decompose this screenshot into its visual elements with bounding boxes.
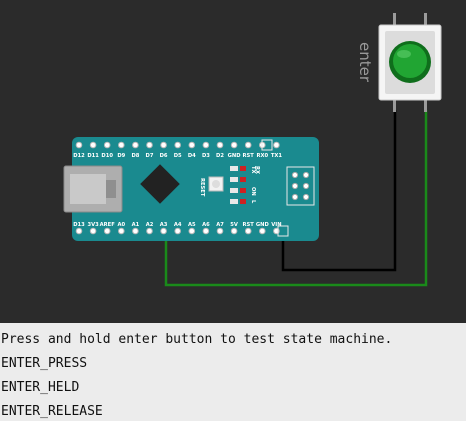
pin-hole[interactable] (146, 141, 153, 149)
bottom-pin-label: GND (256, 222, 270, 228)
bottom-pin-label: A5 (188, 222, 196, 228)
top-pin-label: D12 (73, 153, 85, 159)
bottom-pin-label: RST (243, 222, 255, 228)
top-pin-label: GND (228, 153, 242, 159)
console-line: ENTER_HELD (1, 380, 80, 395)
pin-hole[interactable] (273, 141, 280, 149)
pin-hole[interactable] (259, 227, 266, 235)
pin-hole[interactable] (202, 227, 210, 235)
arduino-nano-board[interactable]: RESET TX RX ON L D12 D11 D10 D9 D8 D7 D6… (63, 137, 319, 241)
top-pin-label: D2 (216, 153, 224, 159)
top-pin-label: D6 (160, 153, 168, 159)
bottom-pin-label: A7 (216, 222, 224, 228)
pin-hole[interactable] (188, 227, 196, 235)
pin-hole[interactable] (89, 227, 97, 235)
pushbutton-enter[interactable]: enter (356, 13, 442, 112)
pin-hole[interactable] (202, 141, 210, 149)
pin-hole[interactable] (174, 227, 181, 235)
pin-hole[interactable] (89, 141, 97, 149)
pushbutton-label: enter (356, 42, 374, 83)
bottom-pin-header (75, 227, 280, 235)
top-pin-label: D5 (174, 153, 182, 159)
bottom-pin-label: A1 (132, 222, 140, 228)
bottom-pin-label: VIN (271, 222, 281, 228)
pin-hole[interactable] (244, 141, 252, 149)
top-pin-label: RX0 (256, 153, 268, 159)
top-pin-label: D4 (188, 153, 196, 159)
pin-hole[interactable] (160, 227, 167, 235)
pin-hole[interactable] (216, 141, 224, 149)
console-line: Press and hold enter button to test stat… (1, 332, 393, 347)
pin-hole[interactable] (244, 227, 252, 235)
pin-hole[interactable] (103, 141, 111, 149)
top-pin-label: D8 (131, 153, 139, 159)
bottom-pin-label: A0 (117, 222, 125, 228)
bottom-pin-label: 5V (230, 222, 238, 228)
top-pin-label: TX1 (271, 153, 283, 159)
bottom-pin-label: D13 (73, 222, 85, 228)
serial-monitor[interactable]: Press and hold enter button to test stat… (0, 323, 466, 421)
top-pin-label: RST (243, 153, 255, 159)
pin-hole[interactable] (118, 227, 125, 235)
pin-hole[interactable] (160, 141, 167, 149)
circuit-diagram: enter RESET TX RX ON L D12 D11 D10 D9 D8… (63, 13, 442, 287)
top-pin-label: D11 (87, 153, 99, 159)
pin-hole[interactable] (146, 227, 153, 235)
pin-hole[interactable] (230, 227, 238, 235)
pin-hole[interactable] (132, 227, 139, 235)
pin-hole[interactable] (132, 141, 139, 149)
console-line: ENTER_PRESS (1, 356, 88, 371)
console-line: ENTER_RELEASE (1, 404, 103, 419)
pin-hole[interactable] (216, 227, 224, 235)
bottom-pin-label: A3 (160, 222, 168, 228)
led-label-rx: RX (254, 166, 260, 174)
pin-hole[interactable] (230, 141, 238, 149)
led-label-on: ON (250, 187, 256, 196)
top-pin-label: D7 (146, 153, 154, 159)
bottom-pin-label: A6 (202, 222, 210, 228)
top-pin-label: D9 (117, 153, 125, 159)
pin-hole[interactable] (118, 141, 125, 149)
bottom-pin-labels: D13 3V3 AREF A0 A1 A2 A3 A4 A5 A6 A7 5V RST GND VIN (73, 222, 281, 228)
icsp-header (286, 166, 315, 206)
bottom-pin-label: AREF (100, 222, 116, 228)
top-pin-labels: D12 D11 D10 D9 D8 D7 D6 D5 D4 D3 D2 GND RST RX0 TX1 (73, 153, 282, 159)
bottom-pin-label: A4 (174, 222, 182, 228)
pin-hole[interactable] (103, 227, 111, 235)
top-pin-label: D10 (101, 153, 113, 159)
pin-hole[interactable] (75, 227, 83, 235)
bottom-pin-label: 3V3 (87, 222, 99, 228)
top-pin-label: D3 (202, 153, 210, 159)
simulation-canvas[interactable]: enter RESET TX RX ON L D12 D11 D10 D9 D8… (0, 0, 466, 323)
bottom-pin-label: A2 (146, 222, 154, 228)
pin-hole[interactable] (75, 141, 83, 149)
pin-hole[interactable] (174, 141, 181, 149)
reset-label: RESET (199, 178, 205, 197)
pin-hole[interactable] (188, 141, 196, 149)
top-pin-header (75, 141, 280, 149)
